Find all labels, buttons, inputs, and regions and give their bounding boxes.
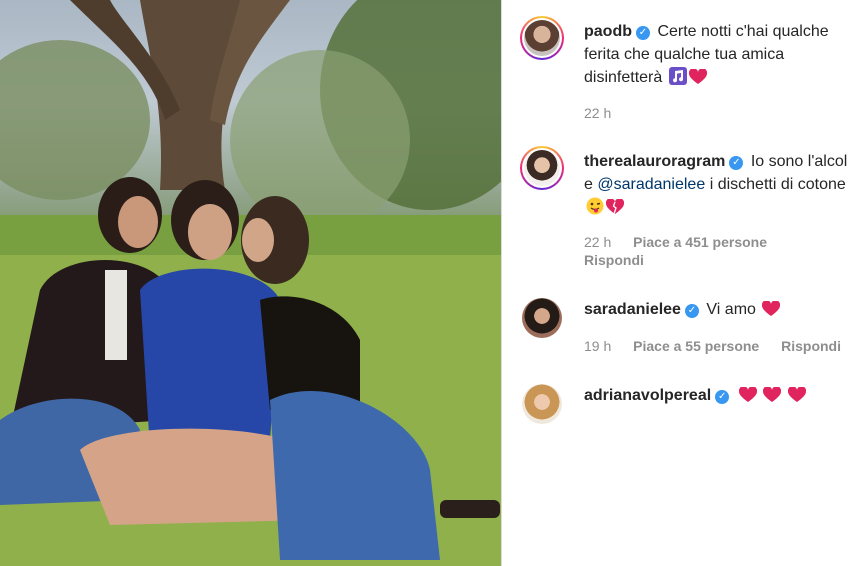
red-heart-icon <box>688 68 707 92</box>
red-heart-icon <box>763 386 782 410</box>
username[interactable]: paodb <box>584 23 632 40</box>
red-heart-icon <box>762 300 781 324</box>
timestamp: 22 h <box>584 105 612 121</box>
comment-row: saradanielee ✓ Vi amo 19 h Piace a 55 per… <box>520 296 850 355</box>
likes-count[interactable]: Piace a 55 persone <box>633 338 759 354</box>
mention-link[interactable]: @saradanielee <box>597 176 705 193</box>
avatar[interactable] <box>522 298 562 338</box>
avatar[interactable] <box>520 16 564 60</box>
timestamp: 22 h <box>584 234 612 250</box>
username[interactable]: saradanielee <box>584 301 681 318</box>
avatar[interactable] <box>522 384 562 424</box>
verified-badge-icon: ✓ <box>636 26 650 40</box>
music-notes-icon <box>668 67 687 92</box>
verified-badge-icon: ✓ <box>729 156 744 170</box>
comment-text: Vi amo <box>706 301 756 318</box>
photo-illustration <box>0 0 501 566</box>
likes-count[interactable]: Piace a 451 persone <box>633 234 767 250</box>
avatar[interactable] <box>520 146 564 190</box>
red-heart-icon <box>738 386 757 410</box>
red-heart-icon <box>787 386 806 410</box>
winking-tongue-face-icon <box>586 197 604 222</box>
comment-row: adrianavolpereal ✓ <box>520 382 850 424</box>
verified-badge-icon: ✓ <box>684 304 699 318</box>
broken-heart-icon <box>605 198 625 222</box>
comments-panel: paodb ✓ Certe notti c'hai qualche ferita … <box>502 0 856 566</box>
timestamp: 19 h <box>584 338 612 354</box>
reply-button[interactable]: Rispondi <box>781 338 841 354</box>
reply-button[interactable]: Rispondi <box>584 252 644 268</box>
username[interactable]: therealauroragram <box>584 153 725 170</box>
comment-row: therealauroragram ✓ Io sono l'alcol e @sa… <box>520 146 850 269</box>
comment-text: i dischetti di cotone <box>709 176 846 193</box>
post-photo[interactable] <box>0 0 501 566</box>
username[interactable]: adrianavolpereal <box>584 387 711 404</box>
verified-badge-icon: ✓ <box>715 390 730 404</box>
caption-row: paodb ✓ Certe notti c'hai qualche ferita … <box>520 16 850 122</box>
